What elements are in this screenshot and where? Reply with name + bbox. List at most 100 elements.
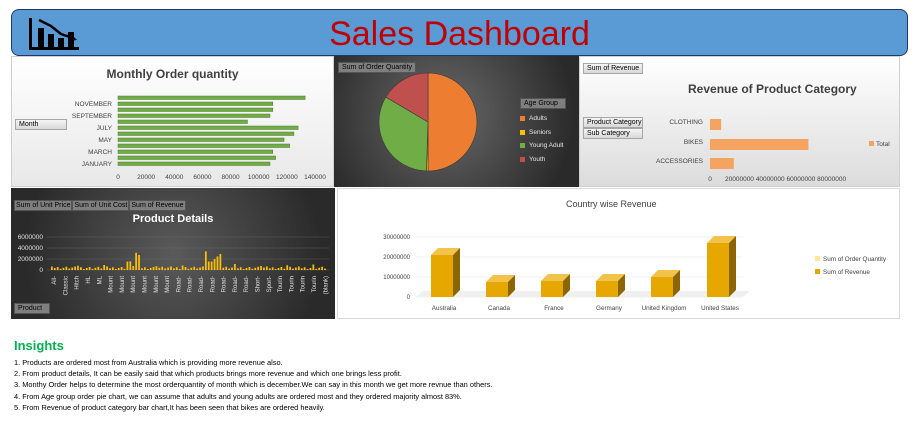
insight-item: 4. From Age group order pie chart, we ca… — [14, 391, 462, 401]
product-bar — [94, 267, 97, 270]
legend-swatch — [869, 141, 874, 146]
product-details-chart: Sum of Unit Price Sum of Unit Cost Sum of … — [11, 188, 335, 319]
product-bar — [193, 266, 196, 270]
product-bar — [53, 268, 56, 270]
country-bar — [596, 281, 618, 297]
month-bar — [117, 137, 285, 142]
legend-item: Youth — [520, 153, 563, 167]
product-bar — [184, 267, 187, 270]
product-bar — [231, 267, 233, 270]
product-bar — [149, 268, 152, 270]
y-tick-label: 0 — [407, 295, 411, 301]
product-bar — [141, 268, 143, 270]
product-bar — [146, 269, 149, 270]
country-bars: 30000000 20000000 10000000 0 Australia Canada… — [383, 235, 887, 312]
product-bar — [112, 267, 114, 270]
month-label: JANUARY — [82, 161, 113, 168]
x-tick-label: 80000 — [222, 174, 240, 181]
x-tick-label: Mount — [154, 276, 160, 293]
category-label: CLOTHING — [669, 119, 703, 126]
product-bar — [210, 261, 213, 270]
x-tick-label: 20000000 40000000 60000000 80000000 — [725, 176, 846, 183]
month-label: SEPTEMBER — [72, 113, 112, 120]
legend-label: Youth — [529, 155, 546, 163]
age-group-filter-button[interactable]: Age Group — [520, 98, 566, 109]
month-bar — [117, 125, 299, 130]
x-tick-label: Road- — [188, 276, 194, 292]
product-bar — [181, 265, 184, 270]
product-bar — [318, 267, 321, 270]
month-bar — [117, 161, 271, 166]
legend-label: Young Adult — [529, 142, 564, 150]
product-bar — [117, 268, 120, 270]
product-bar — [257, 266, 260, 270]
month-label: MAY — [98, 137, 112, 144]
product-bar — [109, 268, 111, 270]
product-bar — [295, 267, 297, 270]
product-bar — [324, 268, 326, 270]
x-tick-label: Road- — [210, 276, 216, 292]
pie-slice — [427, 72, 478, 172]
product-bar — [161, 266, 164, 270]
country-label: United States — [701, 305, 739, 312]
product-bar — [202, 266, 204, 270]
product-bar — [170, 266, 172, 270]
product-bar — [120, 267, 123, 270]
product-bar — [283, 268, 286, 270]
monthly-bars: NOVEMBER SEPTEMBER JULY MAY MARCH JANUARY0 200… — [72, 95, 326, 181]
legend-swatch — [520, 156, 525, 162]
country-bar — [431, 255, 453, 297]
product-bar — [236, 268, 239, 270]
product-bar — [216, 256, 219, 270]
product-bar — [315, 268, 318, 270]
legend-swatch — [520, 143, 525, 149]
product-bar — [167, 267, 169, 270]
insights-list: 1. Products are ordered most from Austra… — [14, 357, 904, 413]
product-bar — [228, 268, 230, 270]
month-bar — [117, 149, 274, 154]
product-bar — [219, 254, 222, 270]
product-bar — [158, 267, 161, 270]
y-tick-label: 6000000 — [18, 234, 44, 241]
x-tick-label: Road- — [199, 276, 205, 292]
x-tick-label: 60000 — [193, 174, 211, 181]
product-bar — [173, 268, 175, 270]
product-bar — [135, 252, 137, 270]
insight-item: 5. From Revenue of product category bar … — [14, 402, 325, 412]
product-bar — [126, 261, 129, 270]
legend-label: Total — [876, 141, 890, 148]
product-bar — [292, 268, 294, 270]
product-bar — [286, 265, 289, 270]
country-label: United Kingdom — [642, 305, 687, 312]
product-bar — [138, 255, 140, 270]
month-label: JULY — [97, 125, 113, 132]
x-tick-label: Road- — [222, 276, 228, 292]
product-bar — [196, 268, 199, 270]
product-bar — [62, 267, 65, 270]
product-bar — [143, 267, 146, 270]
product-bar — [263, 267, 265, 270]
x-tick-label: Short- — [256, 276, 262, 292]
month-bar — [117, 95, 306, 100]
product-bar — [260, 266, 262, 270]
product-bar — [106, 266, 108, 270]
month-bar — [117, 131, 295, 136]
product-bar — [175, 267, 178, 270]
category-bars: CLOTHING BIKES ACCESSORIES 0 20000000 400000… — [656, 119, 890, 183]
product-bar — [239, 267, 242, 270]
month-bar — [117, 107, 274, 112]
product-filter-button[interactable]: Product — [14, 303, 50, 314]
product-bar — [277, 268, 280, 270]
x-tick-label: Tourin — [301, 276, 307, 292]
product-bar — [123, 268, 126, 270]
product-bar — [222, 267, 225, 270]
product-bar — [56, 267, 59, 270]
product-bar — [306, 269, 309, 270]
country-label: Australia — [432, 305, 457, 312]
product-bar — [103, 265, 106, 270]
product-bar — [225, 266, 228, 270]
product-bar — [74, 266, 76, 270]
month-bar — [117, 155, 276, 160]
product-bar — [274, 269, 277, 270]
x-tick-label: Hitch — [75, 276, 81, 290]
